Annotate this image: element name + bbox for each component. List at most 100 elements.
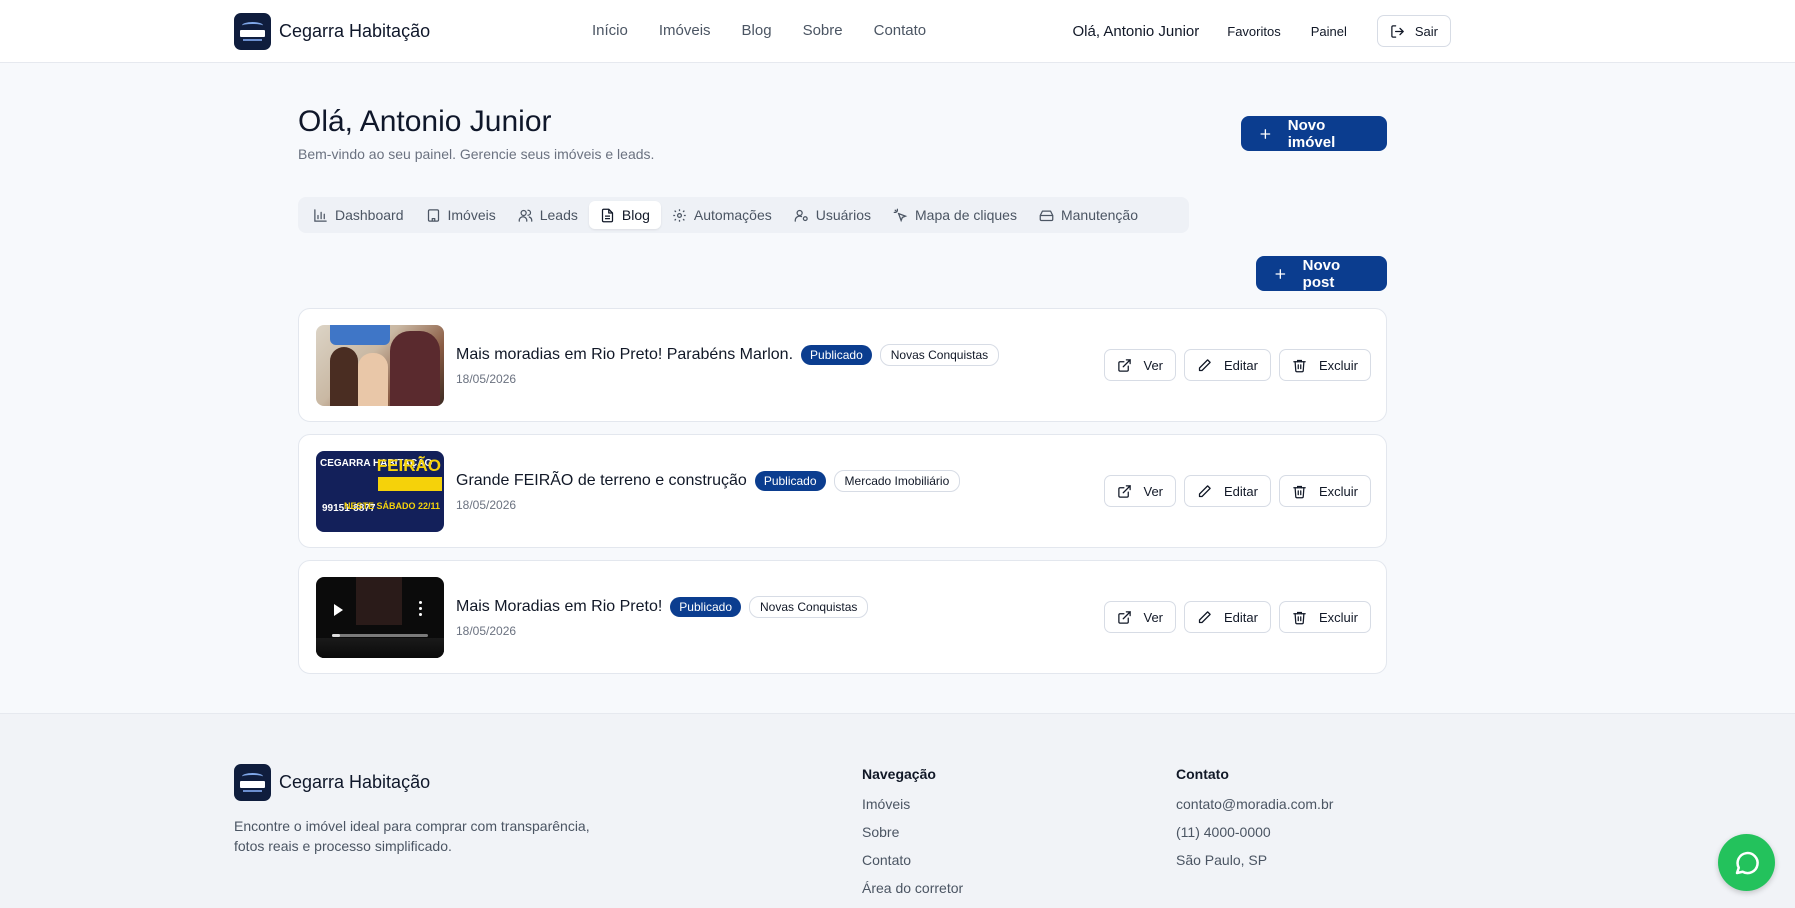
thumb-feirao: FEIRÃO bbox=[376, 456, 441, 475]
edit-label: Editar bbox=[1224, 609, 1258, 625]
play-icon[interactable] bbox=[334, 604, 343, 616]
tab-label: Manutenção bbox=[1060, 207, 1139, 223]
tab-manutencao[interactable]: Manutenção bbox=[1028, 201, 1149, 229]
pencil-icon bbox=[1198, 610, 1211, 623]
logo bbox=[234, 13, 271, 50]
edit-button[interactable]: Editar bbox=[1184, 601, 1271, 633]
new-property-button[interactable]: Novo imóvel bbox=[1241, 116, 1387, 151]
footer-contact: Contato contato@moradia.com.br (11) 4000… bbox=[1176, 766, 1333, 880]
post-title[interactable]: Mais Moradias em Rio Preto! bbox=[456, 598, 662, 616]
video-progress[interactable] bbox=[332, 634, 428, 637]
post-title[interactable]: Grande FEIRÃO de terreno e construção bbox=[456, 472, 747, 490]
edit-button[interactable]: Editar bbox=[1184, 475, 1271, 507]
status-badge: Publicado bbox=[670, 597, 742, 617]
view-button[interactable]: Ver bbox=[1103, 601, 1177, 633]
video-thumbnail[interactable] bbox=[316, 577, 444, 658]
edit-button[interactable]: Editar bbox=[1184, 349, 1271, 381]
category-badge: Novas Conquistas bbox=[749, 596, 869, 618]
footer-email[interactable]: contato@moradia.com.br bbox=[1176, 796, 1333, 814]
more-vertical-icon[interactable] bbox=[419, 601, 422, 616]
tab-leads[interactable]: Leads bbox=[507, 201, 589, 229]
post-thumbnail: CEGARRA HABITAÇÃO FEIRÃO 99151-8877 NEST… bbox=[316, 451, 444, 532]
nav-inicio[interactable]: Início bbox=[592, 22, 628, 39]
post-date: 18/05/2026 bbox=[456, 498, 517, 512]
logout-label: Sair bbox=[1414, 23, 1438, 39]
building-icon bbox=[427, 208, 439, 222]
nav-sobre[interactable]: Sobre bbox=[803, 22, 843, 39]
tab-label: Mapa de cliques bbox=[915, 207, 1017, 223]
post-date: 18/05/2026 bbox=[456, 372, 517, 386]
footer-link-imoveis[interactable]: Imóveis bbox=[862, 796, 963, 814]
delete-label: Excluir bbox=[1318, 483, 1358, 499]
brand[interactable]: Cegarra Habitação bbox=[234, 13, 430, 50]
delete-button[interactable]: Excluir bbox=[1278, 475, 1371, 507]
plus-icon bbox=[1260, 128, 1271, 139]
post-title[interactable]: Mais moradias em Rio Preto! Parabéns Mar… bbox=[456, 346, 793, 364]
view-label: Ver bbox=[1143, 357, 1164, 373]
nav-contato[interactable]: Contato bbox=[874, 22, 927, 39]
pencil-icon bbox=[1198, 484, 1211, 497]
file-text-icon bbox=[601, 208, 614, 222]
external-link-icon bbox=[1117, 358, 1131, 372]
footer-link-contato[interactable]: Contato bbox=[862, 852, 963, 870]
footer-link-area-corretor[interactable]: Área do corretor bbox=[862, 880, 963, 898]
gear-icon bbox=[673, 208, 686, 222]
dashboard-tabs: Dashboard Imóveis Leads Blog Automações … bbox=[298, 197, 1189, 233]
view-label: Ver bbox=[1143, 609, 1164, 625]
tab-automacoes[interactable]: Automações bbox=[661, 201, 783, 229]
logout-icon bbox=[1391, 24, 1404, 38]
post-card: Mais moradias em Rio Preto! Parabéns Mar… bbox=[298, 308, 1387, 422]
edit-label: Editar bbox=[1224, 483, 1258, 499]
status-badge: Publicado bbox=[801, 345, 872, 365]
brand-name: Cegarra Habitação bbox=[279, 21, 431, 41]
tab-label: Leads bbox=[539, 207, 578, 223]
status-badge: Publicado bbox=[754, 471, 826, 491]
footer-location: São Paulo, SP bbox=[1176, 852, 1268, 868]
trash-icon bbox=[1293, 611, 1306, 624]
tab-label: Imóveis bbox=[447, 207, 496, 223]
tab-imoveis[interactable]: Imóveis bbox=[415, 201, 507, 229]
chat-bubble-icon bbox=[1735, 851, 1759, 874]
hard-drive-icon bbox=[1039, 210, 1054, 221]
panel-link[interactable]: Painel bbox=[1311, 24, 1347, 39]
tab-blog[interactable]: Blog bbox=[588, 201, 661, 229]
trash-icon bbox=[1293, 359, 1306, 372]
tab-label: Blog bbox=[621, 207, 650, 223]
page-subtitle: Bem-vindo ao seu painel. Gerencie seus i… bbox=[298, 146, 655, 162]
category-badge: Novas Conquistas bbox=[879, 344, 1000, 366]
footer-nav-title: Navegação bbox=[862, 766, 936, 782]
category-badge: Mercado Imobiliário bbox=[833, 470, 961, 492]
view-button[interactable]: Ver bbox=[1103, 349, 1177, 381]
user-area: Olá, Antonio Junior Favoritos Painel Sai… bbox=[1073, 15, 1451, 47]
new-post-button[interactable]: Novo post bbox=[1256, 256, 1387, 291]
post-card: Mais Moradias em Rio Preto! Publicado No… bbox=[298, 560, 1387, 674]
footer-description: Encontre o imóvel ideal para comprar com… bbox=[234, 818, 590, 854]
page-title: Olá, Antonio Junior bbox=[298, 105, 552, 138]
trash-icon bbox=[1293, 485, 1306, 498]
favorites-link[interactable]: Favoritos bbox=[1227, 24, 1280, 39]
view-button[interactable]: Ver bbox=[1103, 475, 1177, 507]
delete-button[interactable]: Excluir bbox=[1278, 349, 1371, 381]
nav-imoveis[interactable]: Imóveis bbox=[659, 22, 711, 39]
top-navbar: Cegarra Habitação Início Imóveis Blog So… bbox=[0, 0, 1795, 63]
nav-blog[interactable]: Blog bbox=[742, 22, 772, 39]
new-property-label: Novo imóvel bbox=[1287, 116, 1336, 151]
logout-button[interactable]: Sair bbox=[1376, 15, 1451, 47]
main-nav: Início Imóveis Blog Sobre Contato bbox=[592, 22, 957, 39]
external-link-icon bbox=[1117, 610, 1131, 624]
tab-usuarios[interactable]: Usuários bbox=[783, 201, 882, 229]
footer-brand[interactable]: Cegarra Habitação bbox=[234, 764, 430, 801]
tab-dashboard[interactable]: Dashboard bbox=[302, 201, 415, 229]
delete-label: Excluir bbox=[1318, 609, 1358, 625]
footer-phone[interactable]: (11) 4000-0000 bbox=[1176, 824, 1333, 842]
footer-link-sobre[interactable]: Sobre bbox=[862, 824, 963, 842]
post-date: 18/05/2026 bbox=[456, 624, 517, 638]
external-link-icon bbox=[1117, 484, 1131, 498]
tab-mapa-de-cliques[interactable]: Mapa de cliques bbox=[882, 201, 1028, 229]
delete-button[interactable]: Excluir bbox=[1278, 601, 1371, 633]
edit-label: Editar bbox=[1224, 357, 1258, 373]
whatsapp-button[interactable] bbox=[1718, 834, 1775, 891]
user-greeting: Olá, Antonio Junior bbox=[1072, 22, 1200, 40]
footer-contact-title: Contato bbox=[1176, 766, 1229, 782]
user-cog-icon bbox=[794, 209, 808, 222]
